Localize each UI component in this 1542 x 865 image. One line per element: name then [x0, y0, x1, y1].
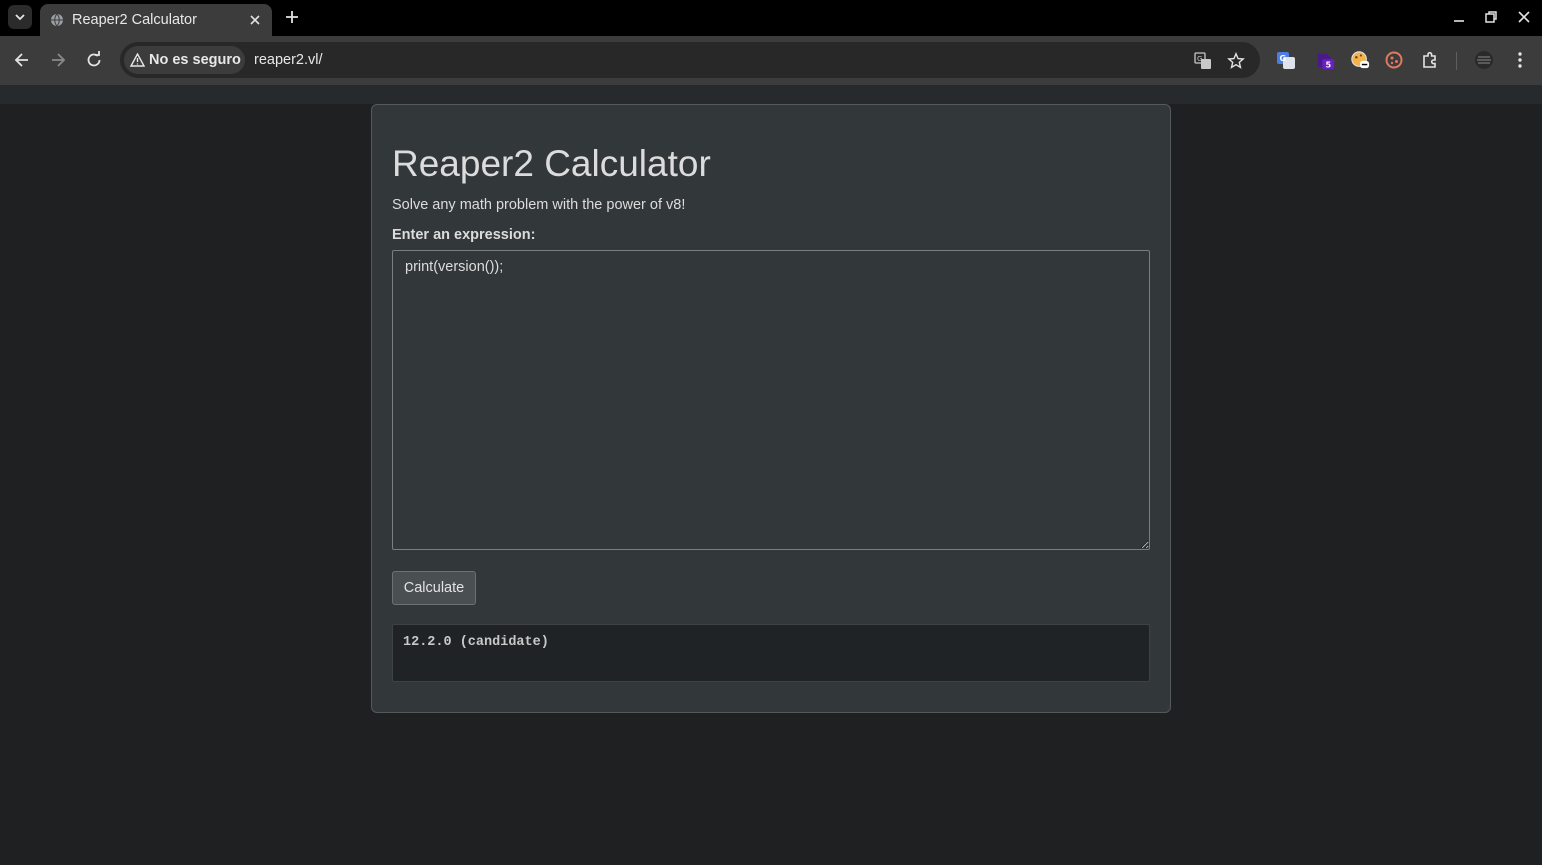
forward-icon[interactable]: [48, 50, 68, 70]
reload-icon[interactable]: [84, 50, 104, 70]
google-translate-extension-icon[interactable]: G: [1276, 50, 1296, 70]
security-indicator[interactable]: No es seguro: [124, 46, 245, 74]
browser-toolbar: No es seguro reaper2.vl/ G G 5: [0, 36, 1542, 84]
close-window-icon[interactable]: [1516, 9, 1532, 25]
page-title: Reaper2 Calculator: [392, 143, 711, 184]
address-bar[interactable]: No es seguro reaper2.vl/ G: [120, 42, 1260, 78]
profile-avatar-icon[interactable]: [1474, 50, 1494, 70]
globe-icon: [51, 13, 63, 27]
close-icon[interactable]: [247, 12, 263, 28]
tab-search-button[interactable]: [8, 5, 32, 29]
back-icon[interactable]: [12, 50, 32, 70]
calculator-card: Reaper2 Calculator Solve any math proble…: [371, 104, 1171, 713]
url-text[interactable]: reaper2.vl/: [254, 52, 323, 68]
translate-icon[interactable]: G: [1194, 52, 1212, 70]
cookie-extension-icon[interactable]: [1350, 50, 1370, 70]
result-output: 12.2.0 (candidate): [392, 624, 1150, 682]
active-tab[interactable]: Reaper2 Calculator: [40, 4, 272, 36]
expression-label: Enter an expression:: [392, 227, 536, 243]
security-label: No es seguro: [149, 52, 241, 68]
menu-dots-icon[interactable]: [1510, 50, 1530, 70]
page-header-strip: [0, 84, 1542, 104]
new-tab-icon[interactable]: [282, 7, 302, 27]
svg-text:G: G: [1197, 55, 1202, 63]
calculate-button[interactable]: Calculate: [392, 571, 476, 605]
cookie-editor-icon[interactable]: [1384, 50, 1404, 70]
page-subtitle: Solve any math problem with the power of…: [392, 197, 686, 213]
toolbar-separator: [1456, 52, 1457, 70]
minimize-icon[interactable]: [1451, 9, 1467, 25]
warning-icon: [130, 53, 145, 67]
page-viewport: Reaper2 Calculator Solve any math proble…: [0, 84, 1542, 865]
expression-input[interactable]: print(version());: [392, 250, 1150, 550]
tab-title: Reaper2 Calculator: [72, 12, 197, 28]
extension-badge-count: 5: [1325, 59, 1331, 69]
tab-strip: Reaper2 Calculator: [0, 0, 1542, 36]
chevron-down-icon: [15, 14, 25, 21]
extensions-puzzle-icon[interactable]: [1420, 50, 1440, 70]
restore-icon[interactable]: [1483, 9, 1499, 25]
svg-text:G: G: [1280, 54, 1287, 63]
star-icon[interactable]: [1227, 52, 1245, 70]
purple-extension-icon[interactable]: 5: [1315, 50, 1335, 70]
